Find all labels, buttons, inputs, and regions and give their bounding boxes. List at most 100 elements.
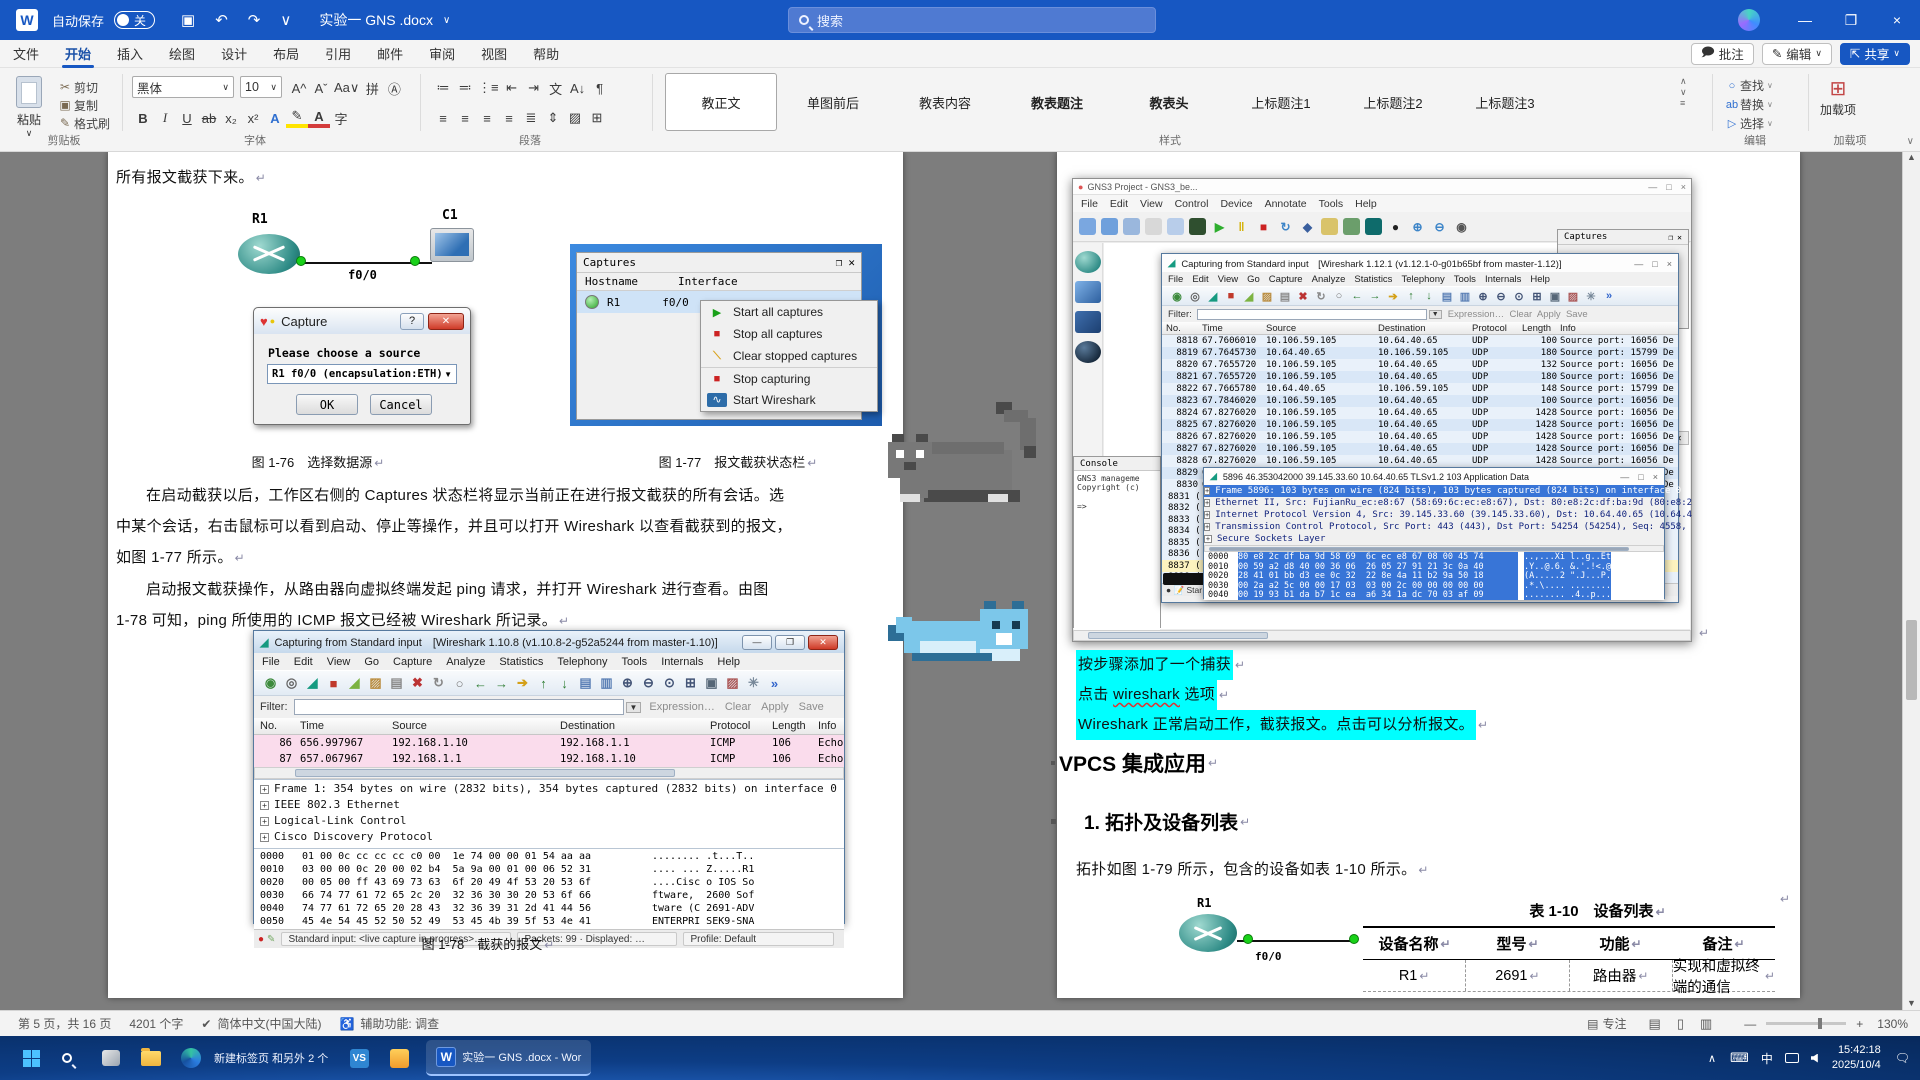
colorize-icon[interactable]: ▤ [575,675,596,691]
focus-mode-label[interactable]: 专注 [1603,1015,1627,1032]
context-menu-item[interactable]: ■Stop all captures [701,323,877,345]
close-file-icon[interactable]: ✖ [407,675,428,691]
reload-icon[interactable]: ↻ [428,675,449,691]
word-task-button[interactable]: W 实验一 GNS .docx - Wor [426,1040,591,1076]
minimize-button[interactable]: — [742,635,772,650]
show-hostnames-icon[interactable] [1167,218,1184,235]
expand-icon[interactable]: + [260,817,269,826]
list-interfaces-icon[interactable]: ◉ [1168,290,1186,303]
suspend-all-icon[interactable]: ‖ [1233,218,1250,235]
detail-line[interactable]: +IEEE 802.3 Ethernet [254,798,844,814]
page-right[interactable]: ● GNS3 Project - GNS3_be... — □ × FileEd… [1057,152,1800,998]
task-view-icon[interactable] [94,1041,128,1075]
autosave-toggle[interactable]: 关 [114,11,155,29]
packet-row[interactable]: 8819 67.7645730 10.64.40.65 10.106.59.10… [1162,347,1678,359]
style-chip[interactable]: 单图前后 [777,73,889,131]
packet-row[interactable]: 8818 67.7606010 10.106.59.105 10.64.40.6… [1162,335,1678,347]
vscode-icon[interactable]: VS [342,1041,376,1075]
close-button[interactable]: ✕ [808,635,838,650]
packet-list-header[interactable]: No. Time Source Destination Protocol Len… [1162,322,1678,335]
autoscroll-icon[interactable]: ▥ [596,675,617,691]
context-menu-item[interactable]: ▶Start all captures [701,301,877,323]
underline-icon[interactable]: U [176,111,198,126]
ribbon-tab[interactable]: 帮助 [520,40,572,68]
web-layout-icon[interactable]: ▥ [1700,1016,1712,1032]
focus-mode-icon[interactable]: ▤ [1587,1017,1598,1031]
menu-item[interactable]: Help [717,656,740,668]
hex-line[interactable]: 002028 41 01 bb d3 ee 0c 32 22 8e 4a 11 … [1208,571,1664,581]
ok-button[interactable]: OK [296,394,358,415]
menu-item[interactable]: Statistics [1354,274,1392,285]
go-top-icon[interactable]: ↑ [533,676,554,691]
apply-button[interactable]: Apply [761,701,789,713]
menu-item[interactable]: Tools [1454,274,1476,285]
justify-icon[interactable]: ≡ [498,111,520,126]
style-chip[interactable]: 上标题注3 [1449,73,1561,131]
language-indicator[interactable]: 简体中文(中国大陆) [217,1015,321,1032]
detail-line[interactable]: +Frame 5896: 103 bytes on wire (824 bits… [1204,485,1664,497]
detail-line[interactable]: +Ethernet II, Src: FujianRu_ec:e8:67 (58… [1204,497,1664,509]
expand-icon[interactable]: + [260,801,269,810]
show-marks-icon[interactable]: ¶ [589,81,611,96]
detail-line[interactable]: +Frame 1: 354 bytes on wire (2832 bits),… [254,782,844,798]
hex-line[interactable]: 004074 77 61 72 65 20 28 43 32 36 39 31 … [260,903,844,916]
filter-buttons[interactable]: Expression… Clear Apply Save [1448,309,1588,320]
menu-item[interactable]: File [262,656,280,668]
styles-scroll-up-icon[interactable]: ∧ [1680,76,1687,87]
scroll-down-icon[interactable]: ▼ [1903,998,1920,1008]
zoom-out-icon[interactable]: ⊖ [1492,290,1510,303]
menu-item[interactable]: Capture [393,656,432,668]
packet-row[interactable]: 8823 67.7846020 10.106.59.105 10.64.40.6… [1162,395,1678,407]
styles-scroll-down-icon[interactable]: ∨ [1680,87,1687,98]
ribbon-tab[interactable]: 审阅 [416,40,468,68]
menu-item[interactable]: Internals [1485,274,1521,285]
menu-item[interactable]: Edit [294,656,313,668]
app-icon-orange[interactable] [382,1041,416,1075]
paste-button[interactable]: 粘贴∨ [16,76,42,139]
find-packet-icon[interactable]: ○ [449,676,470,691]
reload-all-icon[interactable]: ↻ [1277,218,1294,235]
align-right-icon[interactable]: ≡ [476,111,498,126]
filter-input[interactable] [294,699,624,715]
frame-relay-device-icon[interactable] [1075,311,1101,333]
replace-icon[interactable]: ab替换∨ [1724,95,1773,114]
read-mode-icon[interactable]: ▤ [1649,1016,1661,1032]
go-bottom-icon[interactable]: ↓ [554,676,575,691]
cut-icon[interactable]: ✂剪切 [56,78,110,96]
switch-device-icon[interactable] [1075,281,1101,303]
grow-font-icon[interactable]: A^ [288,81,310,96]
go-top-icon[interactable]: ↑ [1402,290,1420,302]
gns3-horizontal-scrollbar[interactable] [1073,630,1691,641]
expand-icon[interactable]: + [1204,487,1210,495]
packet-row[interactable]: 8821 67.7655720 10.106.59.105 10.64.40.6… [1162,371,1678,383]
maximize-button[interactable]: ❐ [1828,0,1874,40]
forward-icon[interactable]: → [1366,290,1384,302]
asian-layout-icon[interactable]: 文 [545,79,567,98]
hex-line[interactable]: 000001 00 0c cc cc cc c0 00 1e 74 00 00 … [260,851,844,864]
stop-capture-icon[interactable]: ■ [323,676,344,691]
ribbon-tab[interactable]: 设计 [208,40,260,68]
minimize-button[interactable]: — [1782,0,1828,40]
scrollbar-thumb[interactable] [1906,620,1917,700]
screenshot-icon[interactable]: ◉ [1453,218,1470,235]
hex-line[interactable]: 001003 00 00 0c 20 00 02 b4 5a 9a 00 01 … [260,864,844,877]
document-scrollbar[interactable]: ▲ ▼ [1902,152,1920,1010]
sort-icon[interactable]: A↓ [567,81,589,96]
style-chip[interactable]: 上标题注1 [1225,73,1337,131]
share-button[interactable]: ⇱ 共享∨ [1840,43,1910,65]
taskbar-search-icon[interactable] [54,1041,88,1075]
search-box[interactable]: 搜索 [788,7,1156,33]
collapse-ribbon-icon[interactable]: ∨ [1907,136,1914,147]
packet-row[interactable]: 8820 67.7655720 10.106.59.105 10.64.40.6… [1162,359,1678,371]
draw-ellipse-icon[interactable]: ● [1387,218,1404,235]
coloring-rules-icon[interactable]: ▨ [722,675,743,691]
shrink-font-icon[interactable]: Aˇ [310,81,332,96]
topology-icon[interactable]: ◆ [1299,218,1316,235]
ribbon-tab[interactable]: 文件 [0,40,52,68]
menu-item[interactable]: Annotate [1265,198,1307,210]
go-bottom-icon[interactable]: ↓ [1420,290,1438,302]
expand-icon[interactable]: + [1204,499,1210,507]
style-chip[interactable]: 教表题注 [1001,73,1113,131]
open-project-icon[interactable] [1101,218,1118,235]
phonetic-guide-icon[interactable]: 拼 [361,79,383,98]
